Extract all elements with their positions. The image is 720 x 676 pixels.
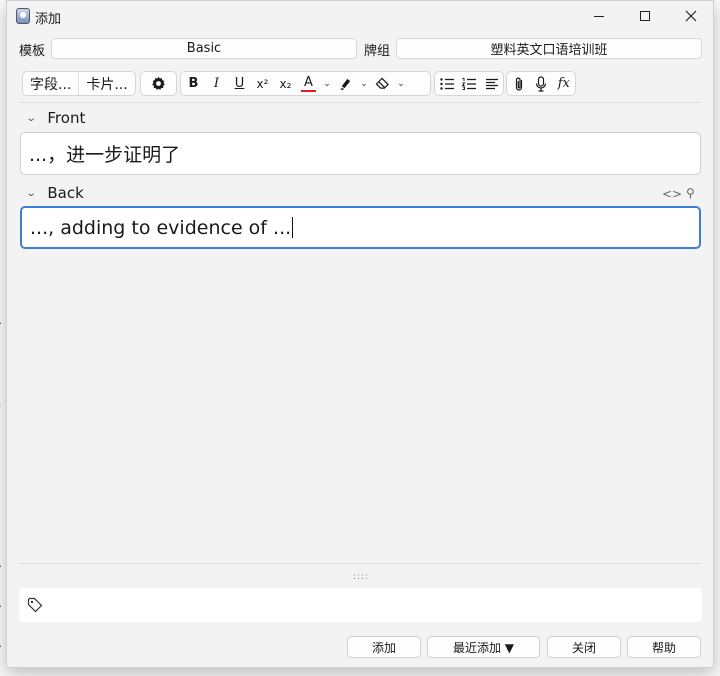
front-field-header[interactable]: ⌄ Front bbox=[25, 109, 86, 127]
front-field-text: ...，进一步证明了 bbox=[29, 144, 181, 166]
history-button[interactable]: 最近添加 ▼ bbox=[427, 636, 540, 658]
pin-icon[interactable]: ⚲ bbox=[686, 186, 695, 200]
title-bar[interactable]: 添加 bbox=[7, 1, 713, 31]
chevron-down-icon: ⌄ bbox=[25, 187, 37, 199]
front-field-name: Front bbox=[47, 109, 86, 127]
back-field-name: Back bbox=[47, 184, 84, 202]
chevron-down-icon[interactable]: ⌄ bbox=[357, 72, 371, 95]
toolbar-divider bbox=[19, 102, 701, 103]
align-left-icon bbox=[485, 78, 498, 89]
numbered-list-button[interactable] bbox=[458, 72, 480, 95]
highlight-button[interactable] bbox=[334, 72, 357, 95]
bullet-list-button[interactable] bbox=[436, 72, 458, 95]
list-group bbox=[434, 71, 504, 96]
cards-button[interactable]: 卡片... bbox=[79, 72, 134, 95]
text-color-icon: A bbox=[304, 74, 313, 90]
options-group bbox=[140, 71, 177, 96]
splitter-line bbox=[19, 563, 701, 564]
chevron-down-icon[interactable]: ⌄ bbox=[394, 72, 408, 95]
mathjax-button[interactable]: fx bbox=[553, 72, 575, 95]
superscript-button[interactable]: x² bbox=[251, 72, 274, 95]
media-group: fx bbox=[506, 71, 576, 96]
formatting-group: B I U x² x₂ A ⌄ ⌄ ⌄ bbox=[180, 71, 431, 96]
gear-icon[interactable] bbox=[147, 72, 170, 95]
html-editor-toggle-icon[interactable]: <> bbox=[662, 187, 682, 201]
chevron-down-icon[interactable]: ⌄ bbox=[320, 72, 334, 95]
add-note-window: 添加 模板 Basic 牌组 塑料英文口语培训班 字段... 卡片... B I… bbox=[6, 0, 714, 668]
clear-format-button[interactable] bbox=[371, 72, 394, 95]
subscript-button[interactable]: x₂ bbox=[274, 72, 297, 95]
back-field-text: ..., adding to evidence of ... bbox=[30, 216, 292, 239]
paperclip-icon bbox=[516, 77, 523, 91]
front-field-editor[interactable]: ...，进一步证明了 bbox=[20, 132, 701, 175]
bold-button[interactable]: B bbox=[182, 72, 205, 95]
help-button[interactable]: 帮助 bbox=[627, 636, 701, 658]
minimize-icon bbox=[594, 15, 604, 17]
microphone-icon bbox=[536, 75, 547, 92]
highlighter-icon bbox=[340, 78, 351, 90]
note-type-label: 模板 bbox=[19, 44, 46, 59]
minimize-button[interactable] bbox=[576, 1, 622, 31]
eraser-icon bbox=[375, 77, 389, 89]
fields-button[interactable]: 字段... bbox=[23, 72, 80, 95]
note-type-selector[interactable]: Basic bbox=[51, 38, 357, 59]
window-title: 添加 bbox=[35, 12, 62, 27]
underline-button[interactable]: U bbox=[228, 72, 251, 95]
italic-button[interactable]: I bbox=[205, 72, 228, 95]
chevron-down-icon: ⌄ bbox=[25, 112, 37, 124]
text-color-swatch bbox=[301, 89, 316, 92]
maximize-button[interactable] bbox=[622, 1, 668, 31]
bullet-list-icon bbox=[439, 77, 454, 90]
maximize-icon bbox=[640, 11, 650, 21]
anki-app-icon bbox=[16, 8, 30, 24]
deck-label: 牌组 bbox=[364, 44, 391, 59]
close-button[interactable]: 关闭 bbox=[547, 636, 621, 658]
record-audio-button[interactable] bbox=[530, 72, 552, 95]
close-icon bbox=[685, 10, 697, 22]
back-field-header[interactable]: ⌄ Back bbox=[25, 184, 84, 202]
add-button[interactable]: 添加 bbox=[347, 636, 421, 658]
splitter-grip-icon[interactable]: :::: bbox=[353, 572, 369, 582]
close-window-button[interactable] bbox=[668, 1, 714, 31]
align-button[interactable] bbox=[481, 72, 503, 95]
back-field-editor[interactable]: ..., adding to evidence of ... bbox=[20, 206, 701, 249]
deck-selector[interactable]: 塑料英文口语培训班 bbox=[396, 38, 702, 59]
attach-button[interactable] bbox=[508, 72, 530, 95]
numbered-list-icon bbox=[461, 77, 476, 90]
fields-cards-group: 字段... 卡片... bbox=[22, 71, 136, 96]
text-cursor bbox=[292, 217, 294, 238]
tag-icon bbox=[27, 597, 43, 613]
text-color-button[interactable]: A bbox=[297, 72, 320, 95]
tags-input[interactable] bbox=[19, 588, 702, 622]
